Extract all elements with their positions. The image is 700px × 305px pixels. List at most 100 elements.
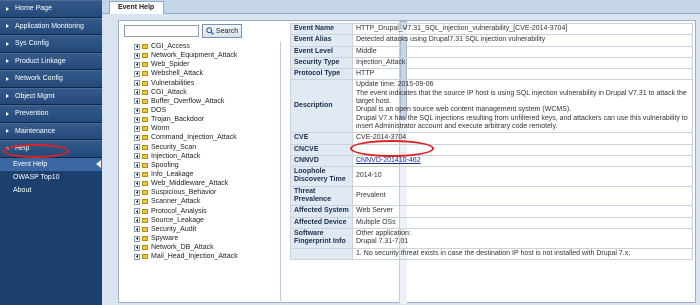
tree-item-label: Network_Equipment_Attack bbox=[151, 52, 238, 60]
expand-icon[interactable] bbox=[134, 180, 140, 187]
folder-icon bbox=[142, 199, 148, 205]
tree-item-label: Vulnerabilities bbox=[151, 79, 195, 87]
nav-sys-config[interactable]: Sys Config bbox=[0, 35, 102, 53]
expand-icon[interactable] bbox=[134, 80, 140, 87]
cnnvd-cell: CNNVD-201410-462 bbox=[352, 154, 693, 168]
tree-item[interactable]: Mail_Head_Injection_Attack bbox=[119, 252, 280, 261]
tree-item[interactable]: Spoofing bbox=[119, 161, 280, 170]
expand-icon[interactable] bbox=[134, 153, 140, 160]
expand-icon[interactable] bbox=[134, 162, 140, 169]
nav-help[interactable]: Help bbox=[0, 140, 102, 158]
nav-product-linkage[interactable]: Product Linkage bbox=[0, 52, 102, 70]
empty-label bbox=[290, 247, 353, 260]
search-button[interactable]: Search bbox=[202, 24, 242, 38]
tree-item-label: Command_Injection_Attack bbox=[151, 134, 237, 142]
event-details-table: Event Name HTTP_Drupal_V7.31_SQL_injectio… bbox=[290, 22, 693, 260]
security-type-label: Security Type bbox=[290, 56, 353, 70]
tree-item[interactable]: Webshell_Attack bbox=[119, 69, 280, 78]
tree-item[interactable]: Network_DB_Attack bbox=[119, 243, 280, 252]
description-line: Update time: 2015-09-06 bbox=[356, 81, 434, 89]
tree-item[interactable]: CGI_Access bbox=[119, 42, 280, 51]
expand-icon[interactable] bbox=[134, 226, 140, 233]
table-row: Affected System Web Server bbox=[290, 205, 693, 218]
tree-item-label: Worm bbox=[151, 125, 170, 133]
tree-item[interactable]: Suspicious_Behavior bbox=[119, 188, 280, 197]
expand-icon[interactable] bbox=[134, 208, 140, 215]
folder-icon bbox=[142, 89, 148, 95]
tree-item-label: Source_Leakage bbox=[151, 216, 204, 224]
tree-item[interactable]: Info_Leakage bbox=[119, 170, 280, 179]
tree-item[interactable]: Network_Equipment_Attack bbox=[119, 51, 280, 60]
expand-icon[interactable] bbox=[134, 235, 140, 242]
table-row: Event Level Middle bbox=[290, 45, 693, 58]
main-panel: Search CGI_Access Network_Equipment_Attac… bbox=[118, 20, 696, 304]
tree-item[interactable]: Command_Injection_Attack bbox=[119, 133, 280, 142]
nav-home-page[interactable]: Home Page bbox=[0, 0, 102, 18]
expand-icon[interactable] bbox=[134, 171, 140, 178]
expand-icon[interactable] bbox=[134, 125, 140, 132]
table-row: Event Alias Detected attacks using Drupal… bbox=[290, 34, 693, 47]
expand-icon[interactable] bbox=[134, 217, 140, 224]
sub-item-owasp-top10[interactable]: OWASP Top10 bbox=[0, 170, 102, 184]
event-alias-label: Event Alias bbox=[290, 34, 353, 47]
chevron-right-icon bbox=[6, 94, 9, 99]
tree-item-label: Web_Spider bbox=[151, 61, 190, 69]
tab-event-help[interactable]: Event Help bbox=[109, 1, 164, 14]
event-category-tree: CGI_Access Network_Equipment_Attack Web_Sp… bbox=[119, 42, 281, 301]
expand-icon[interactable] bbox=[134, 116, 140, 123]
tree-item[interactable]: Buffer_Overflow_Attack bbox=[119, 97, 280, 106]
search-icon bbox=[206, 27, 214, 35]
expand-icon[interactable] bbox=[134, 89, 140, 96]
expand-icon[interactable] bbox=[134, 107, 140, 114]
folder-icon bbox=[142, 126, 148, 132]
nav-network-config[interactable]: Network Config bbox=[0, 70, 102, 88]
search-button-label: Search bbox=[215, 27, 239, 35]
tree-item[interactable]: Vulnerabilities bbox=[119, 79, 280, 88]
protocol-type-label: Protocol Type bbox=[290, 68, 353, 81]
expand-icon[interactable] bbox=[134, 244, 140, 251]
nav-application-monitoring[interactable]: Application Monitoring bbox=[0, 17, 102, 35]
cnnvd-link[interactable]: CNNVD-201410-462 bbox=[356, 157, 421, 164]
nav-object-mgmt[interactable]: Object Mgmt bbox=[0, 87, 102, 105]
tree-item[interactable]: Protocol_Analysis bbox=[119, 207, 280, 216]
folder-icon bbox=[142, 190, 148, 196]
expand-icon[interactable] bbox=[134, 70, 140, 77]
tree-item[interactable]: Web_Spider bbox=[119, 60, 280, 69]
expand-icon[interactable] bbox=[134, 43, 140, 50]
tree-item[interactable]: Source_Leakage bbox=[119, 216, 280, 225]
expand-icon[interactable] bbox=[134, 189, 140, 196]
expand-icon[interactable] bbox=[134, 134, 140, 141]
loophole-label: Loophole Discovery Time bbox=[290, 166, 353, 187]
search-input[interactable] bbox=[124, 25, 199, 37]
tree-item[interactable]: Security_Audit bbox=[119, 225, 280, 234]
expand-icon[interactable] bbox=[134, 61, 140, 68]
tree-item[interactable]: CGI_Attack bbox=[119, 88, 280, 97]
table-row: CNNVD CNNVD-201410-462 bbox=[290, 154, 693, 168]
expand-icon[interactable] bbox=[134, 98, 140, 105]
tree-item[interactable]: Web_Middleware_Attack bbox=[119, 179, 280, 188]
tree-item[interactable]: Security_Scan bbox=[119, 143, 280, 152]
sub-item-about[interactable]: About bbox=[0, 183, 102, 197]
expand-icon[interactable] bbox=[134, 253, 140, 260]
tree-item[interactable]: Worm bbox=[119, 124, 280, 133]
threat-prevalence-label: Threat Prevalence bbox=[290, 185, 353, 207]
threat-prevalence-value: Prevalent bbox=[352, 185, 693, 207]
folder-icon bbox=[142, 53, 148, 59]
expand-icon[interactable] bbox=[134, 144, 140, 151]
nav-maintenance[interactable]: Maintenance bbox=[0, 122, 102, 140]
tree-item[interactable]: Trojan_Backdoor bbox=[119, 115, 280, 124]
cncve-label: CNCVE bbox=[290, 143, 353, 156]
expand-icon[interactable] bbox=[134, 198, 140, 205]
expand-icon[interactable] bbox=[134, 52, 140, 59]
sub-item-event-help[interactable]: Event Help bbox=[0, 157, 102, 171]
nav-prevention[interactable]: Prevention bbox=[0, 105, 102, 123]
table-row: Event Name HTTP_Drupal_V7.31_SQL_injectio… bbox=[290, 22, 693, 36]
table-row: Threat Prevalence Prevalent bbox=[290, 185, 693, 207]
table-row: Protocol Type HTTP bbox=[290, 68, 693, 81]
tree-item[interactable]: DOS bbox=[119, 106, 280, 115]
folder-icon bbox=[142, 62, 148, 68]
tree-item[interactable]: Injection_Attack bbox=[119, 152, 280, 161]
tree-item[interactable]: Scanner_Attack bbox=[119, 197, 280, 206]
tree-item[interactable]: Spyware bbox=[119, 234, 280, 243]
nav-label: Sys Config bbox=[15, 40, 49, 48]
